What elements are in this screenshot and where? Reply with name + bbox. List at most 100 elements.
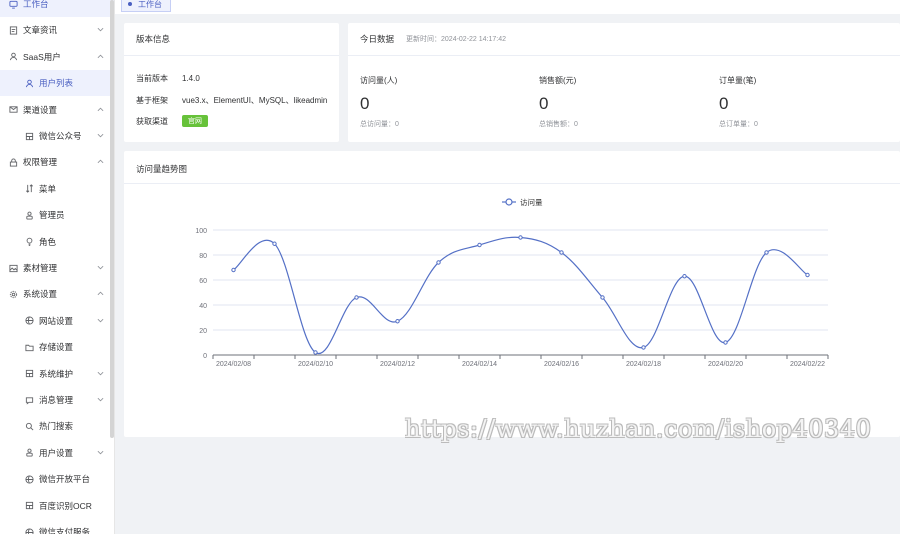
data-point <box>395 319 400 324</box>
data-point <box>764 250 769 255</box>
sidebar-item-label: 微信公众号 <box>39 131 82 141</box>
globe-icon <box>24 527 34 534</box>
bulb-icon <box>24 237 34 247</box>
sidebar-item-label: 热门搜索 <box>39 421 74 432</box>
sidebar-item[interactable]: SaaS用户 <box>0 44 114 70</box>
today-card-title: 今日数据 <box>360 34 395 44</box>
sidebar-item[interactable]: 微信开放平台 <box>0 466 114 492</box>
sidebar-item[interactable]: 管理员 <box>0 202 114 228</box>
folder-icon <box>24 342 34 352</box>
globe-icon <box>24 316 34 326</box>
sidebar-item[interactable]: 消息管理 <box>0 387 114 413</box>
sidebar-item[interactable]: 用户设置 <box>0 440 114 466</box>
sidebar-item[interactable]: 权限管理 <box>0 149 114 175</box>
sidebar-item[interactable]: 角色 <box>0 229 114 255</box>
stat-sales: 销售额(元) 0 总销售额：0 <box>539 75 578 129</box>
stat-value: 0 <box>719 94 729 113</box>
x-tick-label: 2024/02/18 <box>626 361 661 368</box>
sidebar-item[interactable]: 用户列表 <box>0 70 114 97</box>
data-point <box>682 274 687 279</box>
data-point <box>641 345 646 350</box>
active-dot-icon <box>128 2 132 6</box>
stat-title: 订单量(笔) <box>719 76 757 85</box>
image-icon <box>8 263 18 273</box>
y-tick-label: 100 <box>195 228 207 235</box>
sidebar-item[interactable]: 素材管理 <box>0 255 114 281</box>
chevron-up-icon <box>97 158 105 166</box>
y-tick-label: 40 <box>199 303 207 310</box>
line-chart: 0 20 40 60 80 100 2024/02/08 2024/02/10 2024/02/… <box>195 197 829 368</box>
grid-icon <box>24 131 34 141</box>
grid-icon <box>24 501 34 511</box>
data-point <box>272 241 277 246</box>
data-point <box>477 242 482 248</box>
update-time: 更新时间：2024-02-22 14:17:42 <box>406 36 507 43</box>
sidebar-item-label: 用户设置 <box>39 447 74 458</box>
stat-total: 总访问量：0 <box>360 121 399 128</box>
y-tick-label: 60 <box>199 278 207 285</box>
sidebar-item[interactable]: 系统维护 <box>0 361 114 387</box>
chevron-down-icon <box>97 26 105 34</box>
sidebar-item[interactable]: 网站设置 <box>0 308 114 334</box>
gear-icon <box>8 289 18 299</box>
sidebar-item[interactable]: 工作台 <box>0 0 114 17</box>
sidebar-item[interactable]: 微信公众号 <box>0 123 114 149</box>
legend-marker <box>505 198 513 206</box>
channel-key: 获取渠道 <box>136 116 168 126</box>
data-point <box>313 350 318 355</box>
x-tick-label: 2024/02/10 <box>298 361 333 368</box>
sidebar-item-label: 角色 <box>39 236 57 247</box>
x-tick-label: 2024/02/22 <box>790 361 825 368</box>
tag-bar: 工作台 <box>115 0 900 14</box>
tab-workbench[interactable]: 工作台 <box>121 0 171 12</box>
sidebar-item[interactable]: 存储设置 <box>0 334 114 360</box>
user-icon <box>8 52 18 62</box>
data-point <box>723 340 728 345</box>
tab-label: 工作台 <box>138 0 162 9</box>
x-tick-label: 2024/02/12 <box>380 361 415 368</box>
sidebar-item-label: 系统设置 <box>23 289 58 300</box>
data-point <box>436 260 441 265</box>
chevron-up-icon <box>97 290 105 298</box>
person-icon <box>24 210 34 220</box>
sidebar-item[interactable]: 系统设置 <box>0 281 114 307</box>
sort-icon <box>24 184 34 194</box>
sidebar-item[interactable]: 热门搜索 <box>0 413 114 439</box>
lock-icon <box>8 157 18 167</box>
today-data-card: 今日数据 更新时间：2024-02-22 14:17:42 访问量(人) 0 总… <box>348 23 900 142</box>
y-tick-label: 0 <box>203 353 207 360</box>
sidebar-item[interactable]: 菜单 <box>0 176 114 202</box>
data-point <box>354 295 359 300</box>
stat-title: 访问量(人) <box>360 76 398 85</box>
person-icon <box>24 448 34 458</box>
version-value: 1.4.0 <box>182 74 200 83</box>
sidebar-scrollbar[interactable] <box>110 0 114 438</box>
sidebar-item[interactable]: 文章资讯 <box>0 17 114 43</box>
chevron-down-icon <box>97 396 105 404</box>
channel-row: 获取渠道 官网 <box>136 115 208 127</box>
grid-icon <box>24 369 34 379</box>
data-point <box>518 235 523 240</box>
chevron-down-icon <box>97 449 105 457</box>
sidebar-item-label: 用户列表 <box>39 78 74 89</box>
x-tick-label: 2024/02/08 <box>216 361 251 368</box>
stat-value: 0 <box>539 94 549 113</box>
chevron-down-icon <box>97 132 105 140</box>
sidebar-item-label: 文章资讯 <box>23 25 58 36</box>
stat-orders: 订单量(笔) 0 总订单量：0 <box>719 75 758 129</box>
sidebar-item-label: 消息管理 <box>39 395 74 405</box>
search-icon <box>24 421 34 431</box>
sidebar-item-label: 存储设置 <box>39 342 74 353</box>
chevron-up-icon <box>97 106 105 114</box>
stat-total: 总订单量：0 <box>719 121 758 128</box>
sidebar-item[interactable]: 渠道设置 <box>0 97 114 123</box>
sidebar-item[interactable]: 百度识别OCR <box>0 493 114 519</box>
chevron-down-icon <box>97 370 105 378</box>
sidebar-item-label: 系统维护 <box>39 368 74 379</box>
official-site-link[interactable]: 官网 <box>182 115 208 127</box>
legend-label: 访问量 <box>520 197 543 207</box>
y-tick-label: 80 <box>199 253 207 260</box>
version-key: 当前版本 <box>136 74 168 83</box>
version-card: 版本信息 当前版本 1.4.0 基于框架 vue3.x、ElementUI、My… <box>124 23 339 142</box>
sidebar-item[interactable]: 微信支付服务 <box>0 519 114 534</box>
